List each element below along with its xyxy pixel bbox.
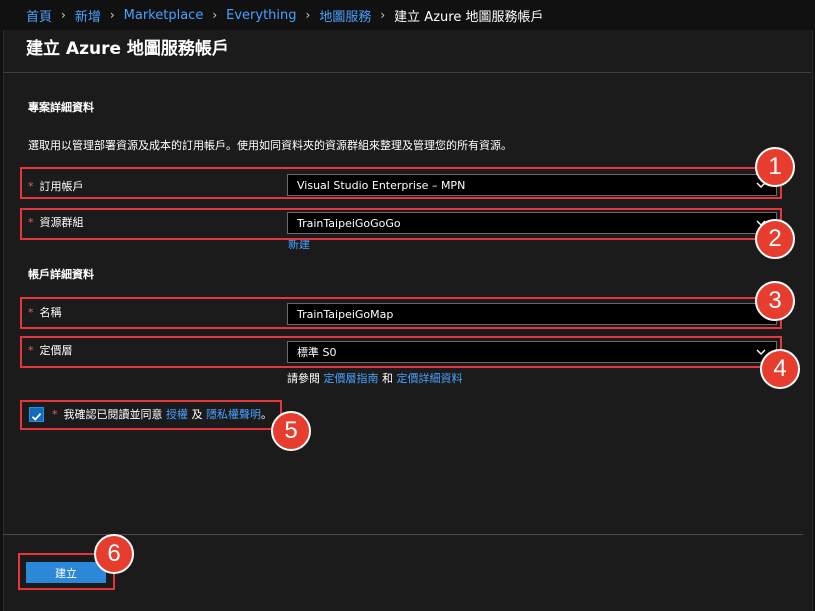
name-label: * 名稱 [28,304,62,320]
privacy-statement-link[interactable]: 隱私權聲明 [206,408,261,421]
breadcrumb-new[interactable]: 新增 [75,6,101,25]
resource-group-label: * 資源群組 [28,214,84,230]
step-badge-2: 2 [755,219,795,259]
required-mark: * [28,306,34,319]
title-divider [3,72,811,73]
footer-divider [3,534,803,535]
breadcrumb-separator: › [109,8,115,22]
agreement-text: * 我確認已閱讀並同意 授權 及 隱私權聲明。 [52,406,272,422]
step-badge-1: 1 [755,147,795,187]
required-mark: * [52,408,58,421]
name-label-text: 名稱 [39,306,62,319]
license-link[interactable]: 授權 [166,408,188,421]
subscription-value: Visual Studio Enterprise – MPN [297,178,466,192]
pricing-guide-link[interactable]: 定價層指南 [324,372,379,385]
required-mark: * [28,180,34,193]
step-badge-5: 5 [271,411,311,451]
page-title: 建立 Azure 地圖服務帳戶 [26,39,229,59]
pricing-tier-label: * 定價層 [28,342,73,358]
project-details-heading: 專案詳細資料 [28,101,94,114]
step-badge-4: 4 [760,349,800,389]
agreement-checkbox[interactable] [29,407,44,422]
pricing-tier-label-text: 定價層 [39,344,73,357]
agreement-and: 及 [191,408,203,421]
subscription-label: * 訂用帳戶 [28,178,84,194]
resource-group-value: TrainTaipeiGoGoGo [297,216,401,230]
pricing-details-link[interactable]: 定價詳細資料 [397,372,463,385]
pricing-reference: 請參閱 定價層指南 和 定價詳細資料 [287,370,463,386]
create-button[interactable]: 建立 [26,562,106,583]
breadcrumb-maps-service[interactable]: 地圖服務 [319,6,371,25]
breadcrumb-home[interactable]: 首頁 [26,6,52,25]
pricing-tier-select[interactable]: 標準 S0 [287,341,777,363]
required-mark: * [28,344,34,357]
breadcrumb-separator: › [212,8,218,22]
breadcrumb-separator: › [305,8,311,22]
resource-group-select[interactable]: TrainTaipeiGoGoGo [287,212,777,234]
create-new-resource-group-link[interactable]: 新建 [288,236,310,252]
breadcrumb: 首頁 › 新增 › Marketplace › Everything › 地圖服… [26,0,543,30]
account-details-heading: 帳戶詳細資料 [28,268,94,281]
breadcrumb-marketplace[interactable]: Marketplace [124,8,204,23]
step-badge-3: 3 [755,281,795,321]
account-name-input[interactable] [287,303,777,325]
breadcrumb-current: 建立 Azure 地圖服務帳戶 [394,9,544,25]
step-badge-6: 6 [94,534,134,574]
required-mark: * [28,216,34,229]
agreement-label: 我確認已閱讀並同意 [63,408,163,421]
breadcrumb-everything[interactable]: Everything [226,8,296,23]
subscription-select[interactable]: Visual Studio Enterprise – MPN [287,174,777,196]
pricing-ref-and: 和 [382,372,393,385]
checkmark-icon [31,412,42,421]
breadcrumb-separator: › [380,8,386,22]
pricing-ref-prefix: 請參閱 [287,372,320,385]
pricing-tier-value: 標準 S0 [297,346,337,359]
subscription-label-text: 訂用帳戶 [39,180,84,193]
resource-group-label-text: 資源群組 [39,216,84,229]
breadcrumb-separator: › [61,8,66,22]
project-details-description: 選取用以管理部署資源及成本的訂用帳戶。使用如同資料夾的資源群組來整理及管理您的所… [28,139,512,152]
agreement-trail: 。 [261,408,272,421]
